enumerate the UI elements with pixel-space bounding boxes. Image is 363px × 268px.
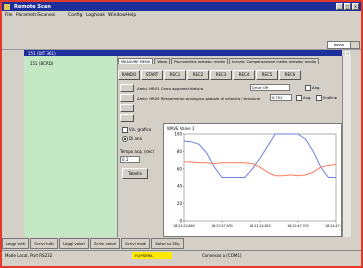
menu-scansei[interactable]: Scansei <box>38 13 55 18</box>
minimize-button[interactable]: _ <box>336 3 343 10</box>
main-panel: MEASURE MENU Wave Psicrometria metodo: m… <box>118 56 347 237</box>
param-row-2-checkbox-b[interactable] <box>316 95 322 101</box>
param-row-3 <box>120 104 342 112</box>
subtab-rec2[interactable]: REC2 <box>187 70 209 80</box>
show-chart-option: Vis. grafico <box>122 127 151 133</box>
subtab-rec1[interactable]: REC1 <box>164 70 186 80</box>
param-row-1-label: Ambi. HR01 Carro apparecchiatura <box>137 85 204 91</box>
param-row-1-field[interactable]: Drive Off <box>250 84 290 91</box>
menu-config[interactable]: Config <box>68 13 82 18</box>
menu-loghook[interactable]: Loghook <box>86 13 105 18</box>
data-radio[interactable] <box>122 136 128 142</box>
data-radio-label: Di ana <box>129 136 142 141</box>
subtab-rec5[interactable]: REC5 <box>256 70 278 80</box>
bottom-tab-scrivi-valori[interactable]: Scrivi valori <box>90 238 121 249</box>
param-row-2-check-a-label: Ang. <box>303 95 312 100</box>
param-row-1-checkbox[interactable] <box>305 85 311 91</box>
app-window: Remote Scan _ □ × File Parametri Scansei… <box>0 0 363 268</box>
param-row-4 <box>120 114 342 122</box>
show-chart-checkbox[interactable] <box>122 127 128 133</box>
y-tick-label-2: 60 <box>177 166 183 171</box>
vertical-scrollbar[interactable] <box>342 56 351 237</box>
tab-wave[interactable]: Wave <box>154 58 171 64</box>
menu-window[interactable]: Window <box>108 13 126 18</box>
device-tree-panel: 151 (BCRD) <box>24 56 118 237</box>
chart-title: WAVE Valve 1 <box>167 126 195 131</box>
x-tick-label-1: 18:22:57.930 <box>211 224 232 228</box>
plot-area <box>183 133 337 222</box>
bottom-tab-salva-eep[interactable]: Salva su EEp <box>151 238 184 249</box>
param-row-2-button[interactable] <box>120 94 134 102</box>
app-icon <box>4 3 10 10</box>
tempo-label: Tempo acq. (sec) <box>120 149 154 154</box>
subtab-rando[interactable]: RANDO <box>118 70 140 80</box>
tab-measure-menu[interactable]: MEASURE MENU <box>118 58 154 64</box>
param-row-2: Ambi. HR05 Rilevamento analogico globale… <box>120 94 342 102</box>
tempo-input[interactable]: 0.1 <box>120 156 140 163</box>
param-row-2-check-a: Ang. <box>296 95 312 101</box>
menu-parametri[interactable]: Parametri <box>16 13 38 18</box>
toolbar-field[interactable]: basso <box>327 41 351 49</box>
bottom-tab-leggi-tutti[interactable]: Leggi tutti <box>2 238 30 249</box>
tabella-button[interactable]: Tabella <box>122 168 148 179</box>
status-mode: Mode Local, Port RS232 <box>5 253 53 258</box>
param-row-4-button[interactable] <box>120 114 134 122</box>
subtab-rec3[interactable]: REC3 <box>210 70 232 80</box>
param-row-1-check-label: Ang. <box>312 85 321 90</box>
param-row-3-button[interactable] <box>120 104 134 112</box>
toolbar: basso <box>2 19 361 50</box>
y-tick-label-5: 0 <box>179 219 182 224</box>
bottom-tab-scrivi-tutti[interactable]: Scrivi tutti <box>30 238 58 249</box>
x-tick-label-0: 18:22:20.840 <box>173 224 194 228</box>
menu-file[interactable]: File <box>5 13 13 18</box>
x-tick-label-3: 18:22:47.370 <box>287 224 308 228</box>
param-row-1-button[interactable] <box>120 84 134 92</box>
menu-bar: File Parametri Scansei Config Loghook Wi… <box>2 11 361 19</box>
tab-row: MEASURE MENU Wave Psicrometria metodo: m… <box>118 58 342 66</box>
x-tick-label-4: 18:24:47.650 <box>325 224 341 228</box>
param-row-2-label: Ambi. HR05 Rilevamento analogico globale… <box>137 95 261 101</box>
menu-help[interactable]: Help <box>126 13 136 18</box>
param-row-2-field[interactable]: 0.751 <box>270 94 292 101</box>
y-tick-label-0: 100 <box>174 132 182 137</box>
window-title: Remote Scan <box>14 3 51 10</box>
tab-inerzia[interactable]: Inerzia: Compensazione media metodo: med… <box>229 58 319 64</box>
tab-psicrometria[interactable]: Psicrometria metodo: media <box>171 58 229 64</box>
line-chart: WAVE Valve 1100 80 60 40 20 018:22:20.840 18:2… <box>167 126 347 228</box>
status-connection: Connesso a [COM1] <box>202 253 242 258</box>
param-row-1: Ambi. HR01 Carro apparecchiatura Drive O… <box>120 84 342 92</box>
mdi-title: 151 (DIT 361) <box>28 50 56 56</box>
chart-panel: WAVE Valve 1 100 80 60 40 20 0 18:22:20.840 18:2… <box>163 123 347 237</box>
bottom-tab-scrivi-modi[interactable]: Scrivi modi <box>121 238 151 249</box>
x-tick-label-2: 18:22:24.810 <box>249 224 270 228</box>
y-tick-label-1: 80 <box>177 149 183 154</box>
tree-root-item[interactable]: 151 (BCRD) <box>30 61 53 66</box>
param-row-2-checkbox-a[interactable] <box>296 95 302 101</box>
show-chart-label: Vis. grafico <box>129 127 152 132</box>
bottom-tab-leggi-valori[interactable]: Leggi valori <box>58 238 90 249</box>
subtab-start[interactable]: START <box>141 70 163 80</box>
data-radio-option: Di ana <box>122 136 142 142</box>
status-bar: Mode Local, Port RS232 FLIPSERA Connesso… <box>2 250 361 260</box>
param-row-2-check-b: Endline <box>316 95 337 101</box>
status-highlight: FLIPSERA <box>132 252 172 259</box>
maximize-button[interactable]: □ <box>344 3 351 10</box>
bottom-tab-row: Leggi tutti Scrivi tutti Leggi valori Sc… <box>2 238 361 249</box>
subtab-rec4[interactable]: REC4 <box>233 70 255 80</box>
close-button[interactable]: × <box>352 3 359 10</box>
subtab-rec6[interactable]: REC6 <box>279 70 301 80</box>
sub-tab-row: RANDO START REC1 REC2 REC3 REC4 REC5 REC… <box>118 70 342 80</box>
y-tick-label-3: 40 <box>177 184 183 189</box>
param-row-2-check-b-label: Endline <box>323 95 338 100</box>
y-tick-label-4: 20 <box>177 201 183 206</box>
toolbar-button[interactable] <box>350 41 360 49</box>
param-row-1-check: Ang. <box>305 85 321 91</box>
title-bar: Remote Scan _ □ × <box>2 2 361 11</box>
